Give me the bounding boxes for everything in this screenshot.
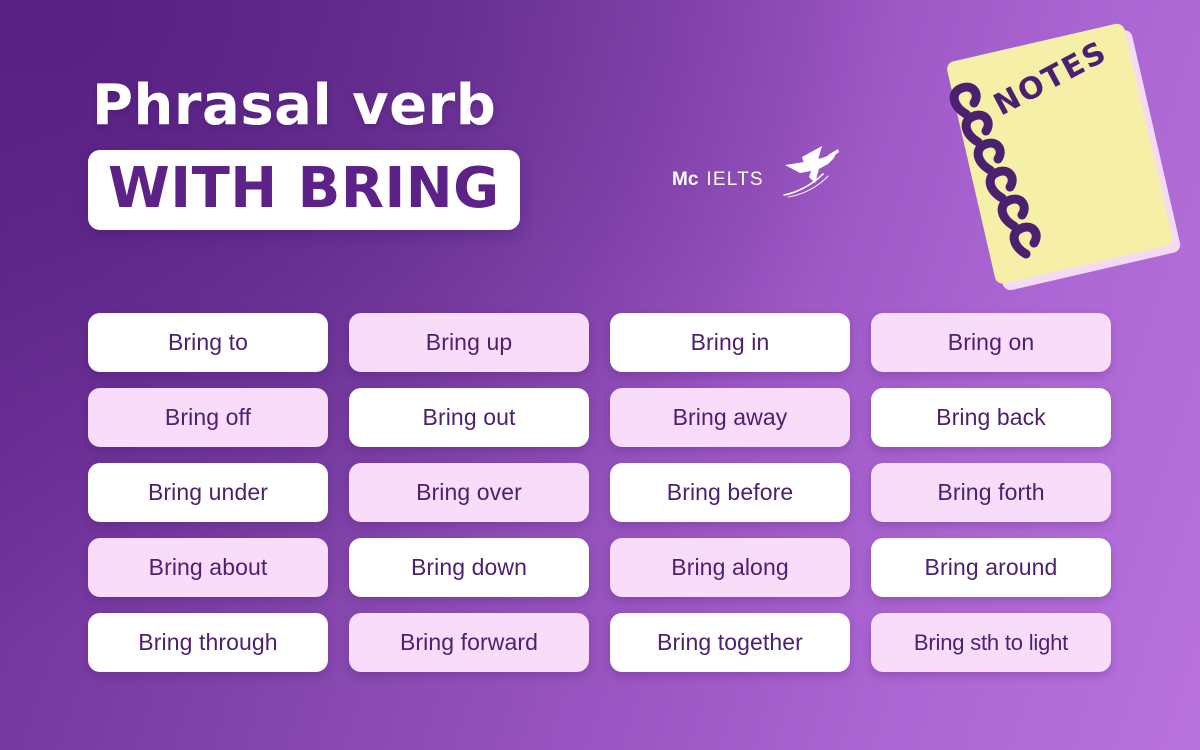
phrasal-verb-label: Bring away bbox=[672, 404, 788, 430]
phrasal-verb-card[interactable]: Bring forth bbox=[871, 463, 1111, 522]
poster-canvas: Phrasal verb WITH BRING Mc IELTS NOTES B… bbox=[0, 0, 1200, 750]
phrasal-verb-card[interactable]: Bring out bbox=[349, 388, 589, 447]
phrasal-verb-card[interactable]: Bring off bbox=[88, 388, 328, 447]
phrasal-verb-grid: Bring to Bring up Bring in Bring on Bring of… bbox=[88, 313, 1112, 672]
phrasal-verb-card[interactable]: Bring forward bbox=[349, 613, 589, 672]
phrasal-verb-card[interactable]: Bring together bbox=[610, 613, 850, 672]
phrasal-verb-card[interactable]: Bring to bbox=[88, 313, 328, 372]
page-title-line2: WITH BRING bbox=[108, 156, 500, 221]
phrasal-verb-label: Bring in bbox=[690, 329, 770, 355]
phrasal-verb-card[interactable]: Bring around bbox=[871, 538, 1111, 597]
phrasal-verb-card[interactable]: Bring sth to light bbox=[871, 613, 1111, 672]
phrasal-verb-label: Bring over bbox=[416, 479, 522, 505]
phrasal-verb-card[interactable]: Bring through bbox=[88, 613, 328, 672]
phrasal-verb-card[interactable]: Bring back bbox=[871, 388, 1111, 447]
phrasal-verb-label: Bring sth to light bbox=[913, 629, 1069, 655]
phrasal-verb-card[interactable]: Bring along bbox=[610, 538, 850, 597]
phrasal-verb-card[interactable]: Bring on bbox=[871, 313, 1111, 372]
phrasal-verb-label: Bring through bbox=[138, 629, 278, 655]
heading-block: Phrasal verb WITH BRING bbox=[88, 78, 648, 230]
page-title-line1: Phrasal verb bbox=[92, 73, 497, 138]
notes-notebook-illustration: NOTES bbox=[940, 18, 1195, 293]
phrasal-verb-label: Bring forth bbox=[937, 479, 1045, 505]
brand-mc-label: Mc bbox=[672, 168, 699, 190]
phrasal-verb-card[interactable]: Bring down bbox=[349, 538, 589, 597]
phrasal-verb-label: Bring about bbox=[148, 554, 268, 580]
phrasal-verb-label: Bring back bbox=[936, 404, 1046, 430]
phrasal-verb-card[interactable]: Bring under bbox=[88, 463, 328, 522]
phrasal-verb-label: Bring around bbox=[924, 554, 1058, 580]
brand-logo: Mc IELTS bbox=[672, 146, 840, 204]
phrasal-verb-label: Bring to bbox=[167, 329, 249, 355]
phrasal-verb-label: Bring before bbox=[666, 479, 794, 505]
hummingbird-logo-icon bbox=[778, 143, 840, 204]
phrasal-verb-label: Bring under bbox=[147, 479, 268, 505]
phrasal-verb-label: Bring along bbox=[671, 554, 789, 580]
phrasal-verb-label: Bring on bbox=[947, 329, 1035, 355]
brand-ielts-label: IELTS bbox=[706, 168, 764, 190]
phrasal-verb-label: Bring forward bbox=[399, 629, 539, 655]
phrasal-verb-label: Bring up bbox=[425, 329, 513, 355]
phrasal-verb-card[interactable]: Bring in bbox=[610, 313, 850, 372]
phrasal-verb-card[interactable]: Bring up bbox=[349, 313, 589, 372]
phrasal-verb-label: Bring together bbox=[657, 629, 803, 655]
phrasal-verb-label: Bring off bbox=[164, 404, 252, 430]
phrasal-verb-card[interactable]: Bring over bbox=[349, 463, 589, 522]
phrasal-verb-card[interactable]: Bring away bbox=[610, 388, 850, 447]
phrasal-verb-card[interactable]: Bring about bbox=[88, 538, 328, 597]
phrasal-verb-label: Bring out bbox=[422, 404, 516, 430]
title-badge: WITH BRING bbox=[88, 150, 520, 230]
phrasal-verb-card[interactable]: Bring before bbox=[610, 463, 850, 522]
phrasal-verb-label: Bring down bbox=[410, 554, 528, 580]
